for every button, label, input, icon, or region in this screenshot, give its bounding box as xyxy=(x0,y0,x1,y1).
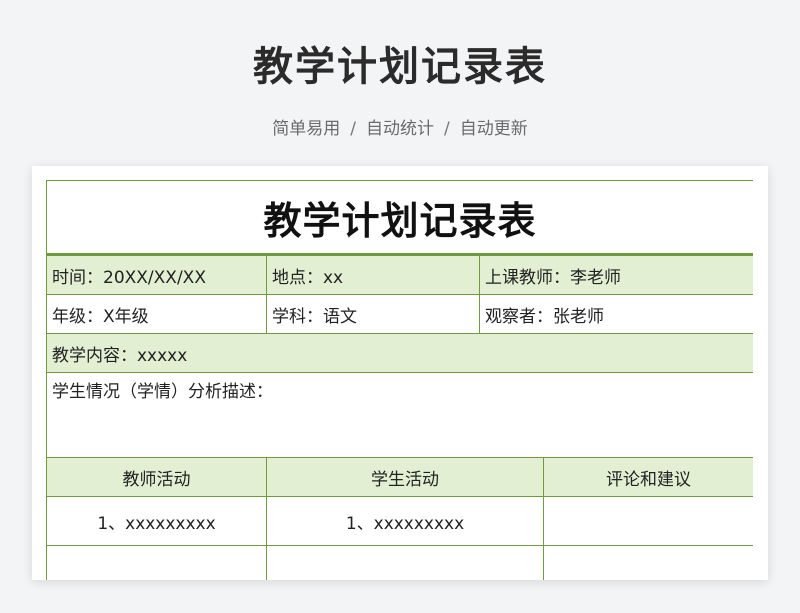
empty-cell[interactable] xyxy=(542,545,753,580)
place-cell[interactable]: 地点：xx xyxy=(266,254,480,295)
analysis-cell[interactable]: 学生情况（学情）分析描述： xyxy=(46,372,753,458)
column-header-row: 教师活动 学生活动 评论和建议 xyxy=(46,457,753,497)
subtitle-separator: / xyxy=(350,119,356,139)
subtitle-item-auto-update: 自动更新 xyxy=(459,119,528,139)
grade-cell[interactable]: 年级：X年级 xyxy=(46,294,267,334)
page-title: 教学计划记录表 xyxy=(253,44,547,90)
sheet-title[interactable]: 教学计划记录表 xyxy=(46,180,753,256)
column-header-teacher-activity[interactable]: 教师活动 xyxy=(46,457,267,497)
subtitle-separator: / xyxy=(444,119,450,139)
column-header-student-activity[interactable]: 学生活动 xyxy=(266,457,544,497)
column-header-comments[interactable]: 评论和建议 xyxy=(542,457,753,497)
subtitle: 简单易用 / 自动统计 / 自动更新 xyxy=(0,114,800,139)
subtitle-item-auto-stats: 自动统计 xyxy=(366,119,434,139)
table-row xyxy=(46,545,753,580)
teacher-cell[interactable]: 上课教师：李老师 xyxy=(478,254,753,295)
comment-cell[interactable] xyxy=(542,496,753,546)
subtitle-item-easy: 简单易用 xyxy=(272,119,341,139)
teacher-activity-cell[interactable]: 1、xxxxxxxxx xyxy=(46,496,267,546)
info-row-2: 年级：X年级 学科：语文 观察者：张老师 xyxy=(46,294,753,334)
subject-cell[interactable]: 学科：语文 xyxy=(266,294,480,334)
empty-cell[interactable] xyxy=(266,545,544,580)
time-cell[interactable]: 时间：20XX/XX/XX xyxy=(46,254,267,295)
content-cell[interactable]: 教学内容：xxxxx xyxy=(46,333,753,373)
teaching-plan-table: 教学计划记录表 时间：20XX/XX/XX 地点：xx 上课教师：李老师 年级：… xyxy=(46,180,753,580)
table-title-row: 教学计划记录表 xyxy=(46,180,753,256)
spreadsheet: 教学计划记录表 时间：20XX/XX/XX 地点：xx 上课教师：李老师 年级：… xyxy=(46,180,753,580)
content-row: 教学内容：xxxxx xyxy=(46,333,753,373)
info-row-1: 时间：20XX/XX/XX 地点：xx 上课教师：李老师 xyxy=(46,254,753,295)
table-row: 1、xxxxxxxxx 1、xxxxxxxxx xyxy=(46,496,753,546)
student-activity-cell[interactable]: 1、xxxxxxxxx xyxy=(266,496,544,546)
observer-cell[interactable]: 观察者：张老师 xyxy=(478,294,753,334)
analysis-row: 学生情况（学情）分析描述： xyxy=(46,372,753,458)
empty-cell[interactable] xyxy=(46,545,267,580)
sheet-preview-card: 教学计划记录表 时间：20XX/XX/XX 地点：xx 上课教师：李老师 年级：… xyxy=(32,166,768,580)
